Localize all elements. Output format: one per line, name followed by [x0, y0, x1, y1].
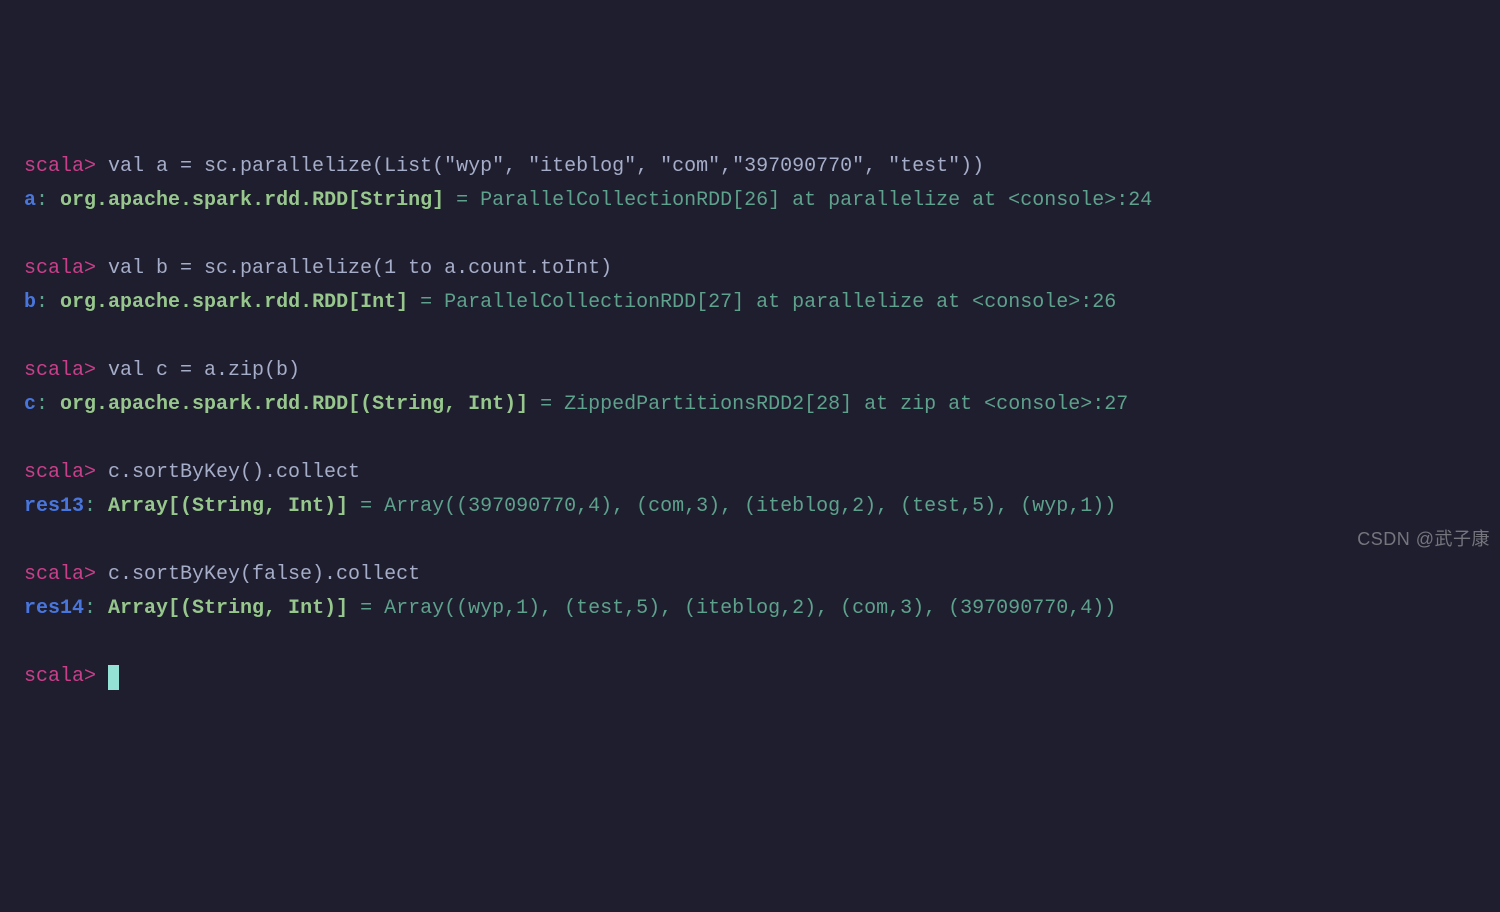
terminal-line	[24, 422, 1476, 456]
result-value: = ParallelCollectionRDD[26] at paralleli…	[444, 189, 1152, 212]
repl-prompt: scala>	[24, 461, 96, 484]
repl-prompt: scala>	[24, 563, 96, 586]
repl-prompt: scala>	[24, 155, 96, 178]
repl-input: val b = sc.parallelize(1 to a.count.toIn…	[96, 257, 612, 280]
repl-prompt: scala>	[24, 359, 96, 382]
repl-input: val c = a.zip(b)	[96, 359, 300, 382]
result-var: b	[24, 291, 36, 314]
result-type: Array[(String, Int)]	[108, 597, 348, 620]
terminal-line: res14: Array[(String, Int)] = Array((wyp…	[24, 592, 1476, 626]
result-type: org.apache.spark.rdd.RDD[(String, Int)]	[60, 393, 528, 416]
terminal-line: res13: Array[(String, Int)] = Array((397…	[24, 490, 1476, 524]
watermark-text: CSDN @武子康	[1357, 524, 1490, 555]
repl-input: c.sortByKey().collect	[96, 461, 360, 484]
repl-prompt: scala>	[24, 665, 96, 688]
terminal-line	[24, 218, 1476, 252]
terminal-line	[24, 626, 1476, 660]
result-type: org.apache.spark.rdd.RDD[String]	[60, 189, 444, 212]
terminal-line: scala> c.sortByKey().collect	[24, 456, 1476, 490]
result-var: c	[24, 393, 36, 416]
result-var: res14	[24, 597, 84, 620]
terminal-line	[24, 524, 1476, 558]
result-value: = Array((wyp,1), (test,5), (iteblog,2), …	[348, 597, 1116, 620]
result-type: org.apache.spark.rdd.RDD[Int]	[60, 291, 408, 314]
terminal-line: scala> val a = sc.parallelize(List("wyp"…	[24, 150, 1476, 184]
repl-input: c.sortByKey(false).collect	[96, 563, 420, 586]
result-value: = Array((397090770,4), (com,3), (iteblog…	[348, 495, 1116, 518]
terminal-output[interactable]: scala> val a = sc.parallelize(List("wyp"…	[24, 150, 1476, 694]
terminal-line: b: org.apache.spark.rdd.RDD[Int] = Paral…	[24, 286, 1476, 320]
cursor[interactable]	[108, 665, 119, 690]
terminal-line: scala> val c = a.zip(b)	[24, 354, 1476, 388]
repl-prompt: scala>	[24, 257, 96, 280]
result-type: Array[(String, Int)]	[108, 495, 348, 518]
result-value: = ZippedPartitionsRDD2[28] at zip at <co…	[528, 393, 1128, 416]
result-var: a	[24, 189, 36, 212]
terminal-line: a: org.apache.spark.rdd.RDD[String] = Pa…	[24, 184, 1476, 218]
terminal-line: scala> c.sortByKey(false).collect	[24, 558, 1476, 592]
terminal-line: scala>	[24, 660, 1476, 694]
terminal-line	[24, 320, 1476, 354]
terminal-line: scala> val b = sc.parallelize(1 to a.cou…	[24, 252, 1476, 286]
result-var: res13	[24, 495, 84, 518]
terminal-line: c: org.apache.spark.rdd.RDD[(String, Int…	[24, 388, 1476, 422]
repl-input: val a = sc.parallelize(List("wyp", "iteb…	[96, 155, 984, 178]
result-value: = ParallelCollectionRDD[27] at paralleli…	[408, 291, 1116, 314]
